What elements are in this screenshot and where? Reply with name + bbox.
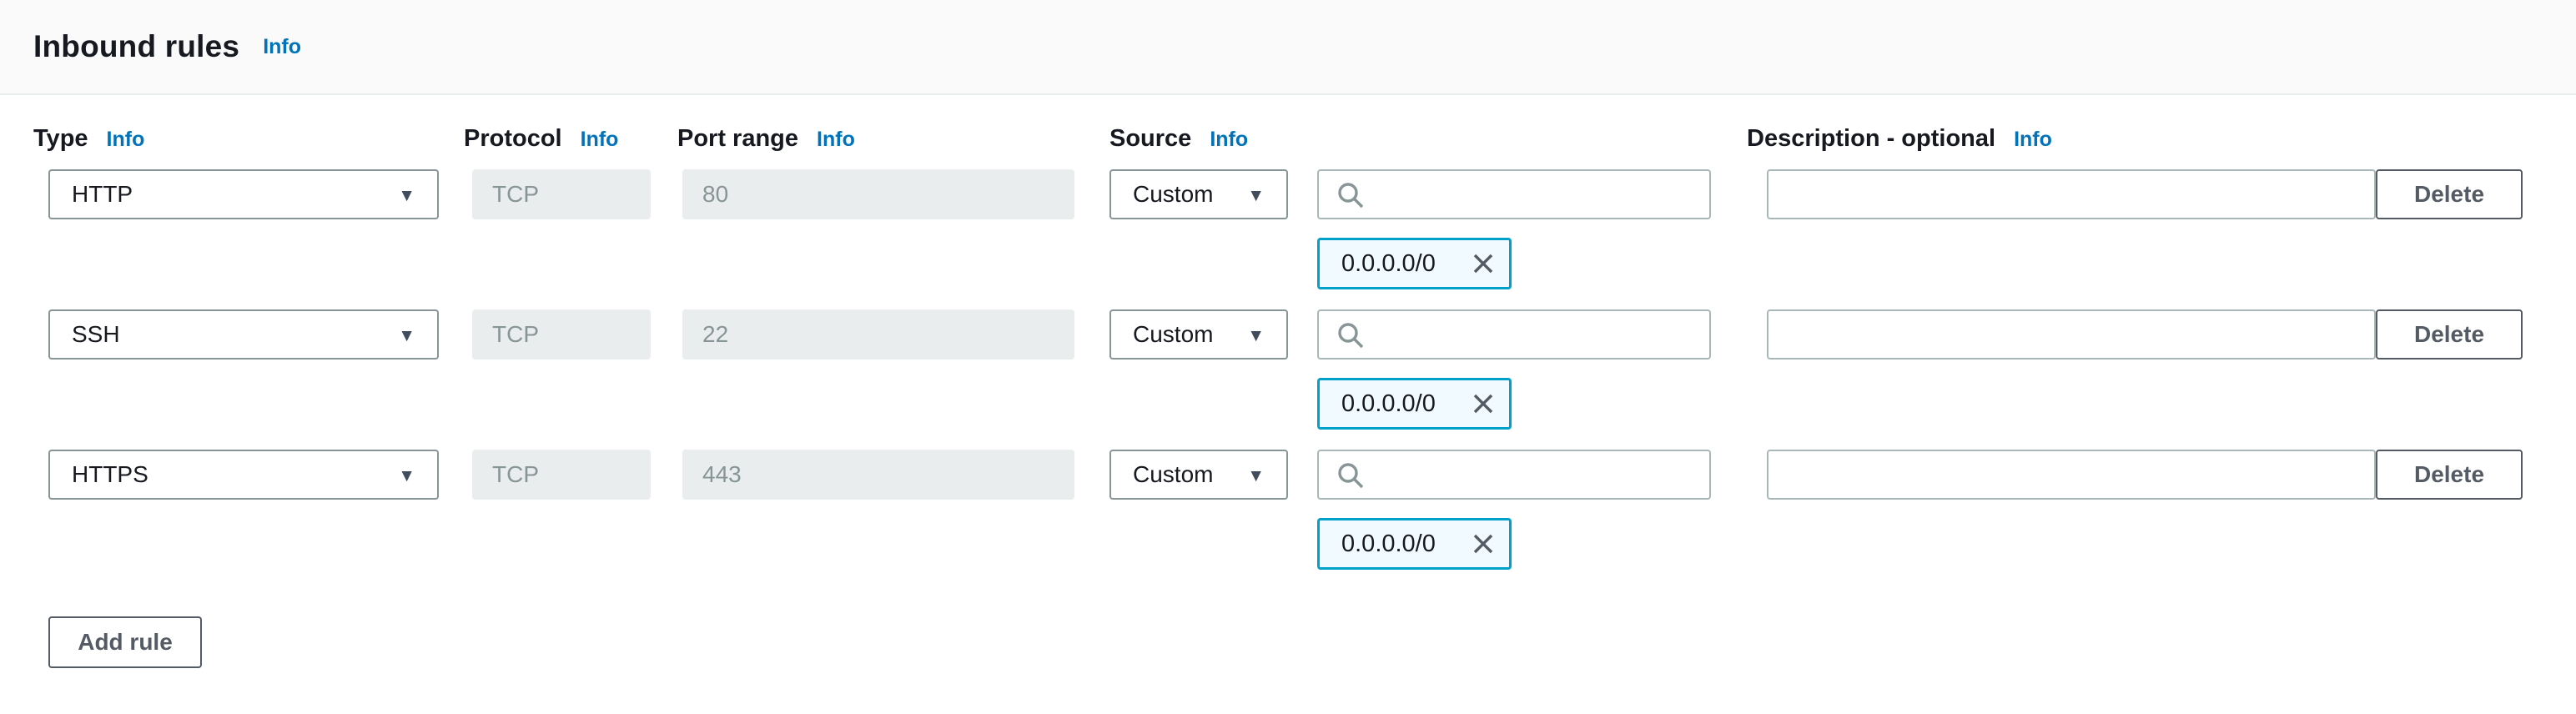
inbound-rule-row: HTTP ▼ Custom ▼ Delete 0.0.0.0/0 <box>0 169 2576 289</box>
column-header-source: Source Info <box>1109 125 1248 153</box>
source-search <box>1317 169 1711 219</box>
type-select-value: HTTP <box>72 181 133 208</box>
caret-down-icon: ▼ <box>1247 327 1265 344</box>
column-header-description: Description - optional Info <box>1747 125 2052 153</box>
source-select-value: Custom <box>1133 321 1213 348</box>
caret-down-icon: ▼ <box>398 187 415 204</box>
caret-down-icon: ▼ <box>1247 467 1265 485</box>
type-select-value: HTTPS <box>72 461 148 488</box>
source-select[interactable]: Custom ▼ <box>1109 309 1288 360</box>
column-header-type: Type Info <box>33 125 144 153</box>
dismiss-icon[interactable] <box>1471 251 1496 276</box>
delete-rule-button[interactable]: Delete <box>2376 450 2523 500</box>
port-range-label: Port range <box>677 125 798 153</box>
description-input[interactable] <box>1767 309 2376 360</box>
cidr-token-label: 0.0.0.0/0 <box>1341 390 1436 418</box>
source-search <box>1317 450 1711 500</box>
source-search-input[interactable] <box>1317 309 1711 360</box>
column-header-port-range: Port range Info <box>677 125 855 153</box>
protocol-label: Protocol <box>464 125 562 153</box>
type-select[interactable]: SSH ▼ <box>48 309 439 360</box>
cidr-token-label: 0.0.0.0/0 <box>1341 530 1436 558</box>
type-select[interactable]: HTTPS ▼ <box>48 450 439 500</box>
source-search-input[interactable] <box>1317 450 1711 500</box>
dismiss-icon[interactable] <box>1471 391 1496 416</box>
panel-header: Inbound rules Info <box>0 0 2576 95</box>
caret-down-icon: ▼ <box>398 467 415 485</box>
protocol-info-link[interactable]: Info <box>581 128 619 152</box>
source-search <box>1317 309 1711 360</box>
port-range-input <box>682 169 1074 219</box>
port-range-input <box>682 309 1074 360</box>
source-label: Source <box>1109 125 1191 153</box>
protocol-input <box>472 450 651 500</box>
inbound-rule-row: SSH ▼ Custom ▼ Delete 0.0.0.0/0 <box>0 309 2576 430</box>
cidr-token: 0.0.0.0/0 <box>1317 518 1512 570</box>
source-select[interactable]: Custom ▼ <box>1109 450 1288 500</box>
description-info-link[interactable]: Info <box>2014 128 2052 152</box>
type-info-link[interactable]: Info <box>107 128 145 152</box>
description-input[interactable] <box>1767 169 2376 219</box>
description-label: Description - optional <box>1747 125 1995 153</box>
page-title: Inbound rules <box>33 29 239 64</box>
source-search-input[interactable] <box>1317 169 1711 219</box>
cidr-token-label: 0.0.0.0/0 <box>1341 250 1436 278</box>
protocol-input <box>472 309 651 360</box>
protocol-input <box>472 169 651 219</box>
source-info-link[interactable]: Info <box>1210 128 1248 152</box>
description-input[interactable] <box>1767 450 2376 500</box>
port-range-info-link[interactable]: Info <box>817 128 855 152</box>
inbound-rule-row: HTTPS ▼ Custom ▼ Delete 0.0.0.0/0 <box>0 450 2576 570</box>
type-select-value: SSH <box>72 321 120 348</box>
caret-down-icon: ▼ <box>1247 187 1265 204</box>
inbound-rules-panel: Inbound rules Info Type Info Protocol In… <box>0 0 2576 714</box>
add-rule-button[interactable]: Add rule <box>48 616 202 668</box>
type-select[interactable]: HTTP ▼ <box>48 169 439 219</box>
source-select-value: Custom <box>1133 461 1213 488</box>
source-select[interactable]: Custom ▼ <box>1109 169 1288 219</box>
cidr-token: 0.0.0.0/0 <box>1317 378 1512 430</box>
delete-rule-button[interactable]: Delete <box>2376 309 2523 360</box>
caret-down-icon: ▼ <box>398 327 415 344</box>
dismiss-icon[interactable] <box>1471 531 1496 556</box>
cidr-token: 0.0.0.0/0 <box>1317 238 1512 289</box>
type-label: Type <box>33 125 88 153</box>
header-info-link[interactable]: Info <box>263 35 301 59</box>
delete-rule-button[interactable]: Delete <box>2376 169 2523 219</box>
column-header-protocol: Protocol Info <box>464 125 618 153</box>
port-range-input <box>682 450 1074 500</box>
source-select-value: Custom <box>1133 181 1213 208</box>
